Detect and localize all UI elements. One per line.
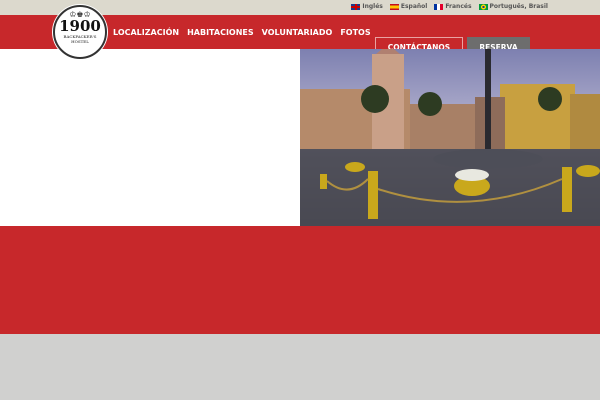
red-band	[0, 226, 600, 334]
lang-fr[interactable]: Francés	[434, 3, 472, 10]
content-blank	[0, 49, 300, 226]
logo-line2: HOSTEL	[71, 39, 89, 44]
lang-label: Inglés	[362, 3, 383, 10]
plaza-illustration	[300, 49, 600, 226]
logo[interactable]: ♔♚♔ 1900 BACKPACKER'S HOSTEL	[53, 5, 107, 59]
uk-flag-icon	[351, 3, 361, 10]
logo-number: 1900	[59, 17, 101, 35]
lang-en[interactable]: Inglés	[351, 3, 383, 10]
lang-label: Francés	[445, 3, 472, 10]
brazil-flag-icon	[478, 3, 488, 10]
lang-pt[interactable]: Português, Brasil	[478, 3, 548, 10]
lang-label: Português, Brasil	[489, 3, 548, 10]
nav-fotos[interactable]: FOTOS	[340, 28, 370, 37]
france-flag-icon	[434, 3, 444, 10]
lang-label: Español	[400, 3, 428, 10]
language-switcher: Inglés Español Francés Português, Brasil	[351, 3, 548, 10]
nav-localizacion[interactable]: LOCALIZACIÓN	[113, 28, 179, 37]
main-nav: LOCALIZACIÓN HABITACIONES VOLUNTARIADO F…	[113, 28, 371, 37]
lang-es[interactable]: Español	[389, 3, 428, 10]
hero-photo-plaza	[300, 49, 600, 226]
nav-habitaciones[interactable]: HABITACIONES	[187, 28, 254, 37]
footer-gray	[0, 334, 600, 400]
spain-flag-icon	[389, 3, 399, 10]
nav-voluntariado[interactable]: VOLUNTARIADO	[262, 28, 333, 37]
